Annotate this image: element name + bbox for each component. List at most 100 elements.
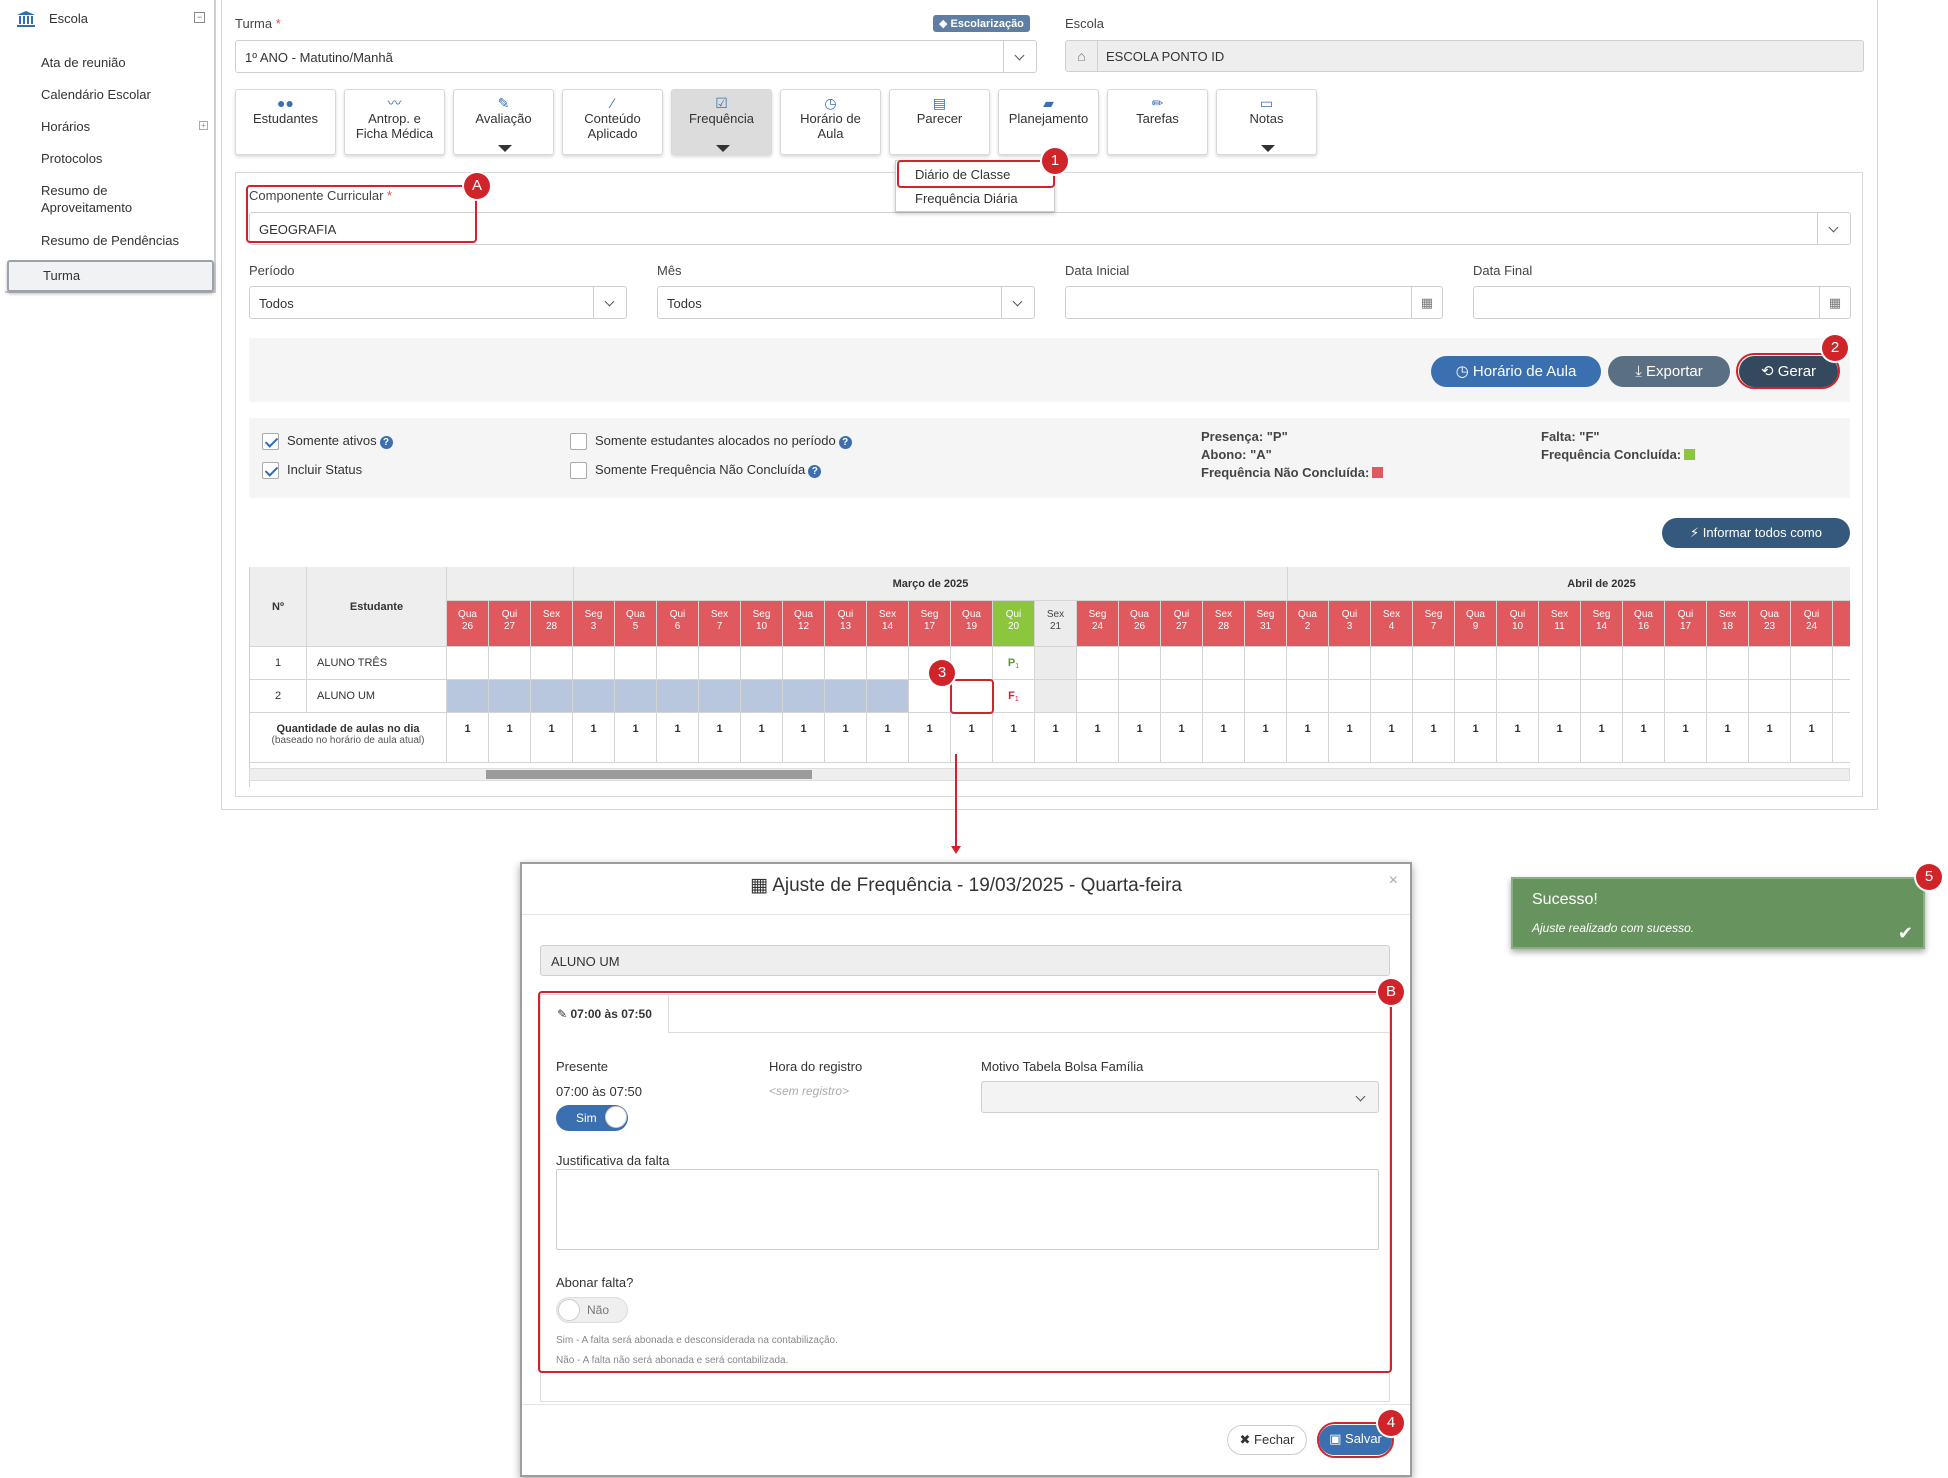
somente-ativos-checkbox[interactable] [262, 433, 279, 450]
attendance-cell[interactable] [447, 680, 489, 713]
horario-aula-button[interactable]: ◷ Horário de Aula [1431, 356, 1601, 387]
attendance-cell[interactable] [1665, 680, 1707, 713]
attendance-cell[interactable] [1749, 647, 1791, 680]
attendance-cell[interactable] [1161, 647, 1203, 680]
attendance-cell[interactable] [1371, 680, 1413, 713]
mes-select[interactable]: Todos [657, 286, 1035, 319]
attendance-cell[interactable]: P1 [993, 647, 1035, 680]
expand-icon[interactable]: + [199, 121, 208, 130]
sidebar-item-protocolos[interactable]: Protocolos [41, 150, 211, 167]
attendance-cell[interactable] [1581, 680, 1623, 713]
data-final-input[interactable]: ▦ [1473, 286, 1851, 319]
attendance-cell[interactable] [1623, 680, 1665, 713]
attendance-cell[interactable] [951, 647, 993, 680]
attendance-cell[interactable] [741, 647, 783, 680]
turma-select[interactable]: 1º ANO - Matutino/Manhã [235, 40, 1037, 73]
help-icon[interactable]: ? [838, 436, 852, 449]
attendance-cell[interactable] [447, 647, 489, 680]
attendance-cell[interactable] [699, 647, 741, 680]
tile-antrop[interactable]: 〰 Antrop. e Ficha Médica [344, 89, 445, 155]
sidebar-item-resumo-pendencias[interactable]: Resumo de Pendências [41, 232, 211, 249]
collapse-icon[interactable]: − [194, 12, 205, 23]
tile-tarefas[interactable]: ✏ Tarefas [1107, 89, 1208, 155]
attendance-cell[interactable] [1623, 647, 1665, 680]
attendance-cell[interactable] [531, 680, 573, 713]
attendance-cell[interactable] [1329, 680, 1371, 713]
attendance-cell[interactable] [1791, 680, 1833, 713]
data-inicial-input[interactable]: ▦ [1065, 286, 1443, 319]
attendance-cell[interactable] [1371, 647, 1413, 680]
attendance-cell[interactable] [531, 647, 573, 680]
attendance-cell[interactable] [1707, 647, 1749, 680]
menu-item-frequencia-diaria[interactable]: Frequência Diária [915, 191, 1018, 206]
tile-frequencia[interactable]: ☑ Frequência [671, 89, 772, 155]
attendance-cell[interactable] [1833, 680, 1850, 713]
tile-planejamento[interactable]: ▰ Planejamento [998, 89, 1099, 155]
exportar-button[interactable]: ⤓ Exportar [1608, 356, 1730, 387]
attendance-cell[interactable] [1329, 647, 1371, 680]
help-icon[interactable]: ? [808, 465, 822, 478]
attendance-cell[interactable] [1203, 680, 1245, 713]
attendance-cell[interactable] [1077, 680, 1119, 713]
tile-horario[interactable]: ◷ Horário de Aula [780, 89, 881, 155]
attendance-cell[interactable] [1707, 680, 1749, 713]
attendance-cell[interactable] [1455, 647, 1497, 680]
tile-conteudo[interactable]: ⁄ Conteúdo Aplicado [562, 89, 663, 155]
attendance-cell[interactable] [1539, 647, 1581, 680]
attendance-cell[interactable] [867, 647, 909, 680]
tile-parecer[interactable]: ▤ Parecer [889, 89, 990, 155]
sidebar-item-ata[interactable]: Ata de reunião [41, 54, 211, 71]
sidebar-item-horarios[interactable]: Horários + [41, 118, 211, 135]
attendance-cell[interactable] [867, 680, 909, 713]
attendance-cell[interactable] [783, 680, 825, 713]
attendance-cell[interactable] [573, 680, 615, 713]
attendance-cell[interactable] [573, 647, 615, 680]
calendar-icon[interactable]: ▦ [1411, 287, 1442, 318]
attendance-cell[interactable]: F1 [993, 680, 1035, 713]
attendance-cell[interactable] [1245, 680, 1287, 713]
attendance-cell[interactable] [1833, 647, 1850, 680]
attendance-cell[interactable] [1791, 647, 1833, 680]
sidebar-item-calendario[interactable]: Calendário Escolar [41, 86, 211, 103]
attendance-cell[interactable] [825, 647, 867, 680]
attendance-cell[interactable] [1119, 647, 1161, 680]
attendance-cell[interactable] [489, 647, 531, 680]
attendance-cell[interactable] [1665, 647, 1707, 680]
tile-avaliacao[interactable]: ✎ Avaliação [453, 89, 554, 155]
scrollbar-thumb[interactable] [486, 770, 812, 779]
attendance-cell[interactable] [825, 680, 867, 713]
attendance-cell[interactable] [1077, 647, 1119, 680]
componente-select[interactable]: GEOGRAFIA [249, 212, 1851, 245]
attendance-cell[interactable] [1203, 647, 1245, 680]
attendance-cell[interactable] [489, 680, 531, 713]
attendance-cell[interactable] [1035, 680, 1077, 713]
attendance-cell[interactable] [1497, 647, 1539, 680]
informar-presentes-button[interactable]: ⚡ Informar todos como presentes [1662, 518, 1850, 570]
attendance-cell[interactable] [1035, 647, 1077, 680]
sidebar-item-resumo-aproveitamento[interactable]: Resumo de Aproveitamento [41, 182, 211, 216]
periodo-select[interactable]: Todos [249, 286, 627, 319]
attendance-cell[interactable] [615, 647, 657, 680]
nao-concluida-checkbox[interactable] [570, 462, 587, 479]
attendance-cell[interactable] [1161, 680, 1203, 713]
calendar-icon[interactable]: ▦ [1819, 287, 1850, 318]
attendance-cell[interactable] [1287, 647, 1329, 680]
sidebar-item-turma[interactable]: Turma [7, 260, 214, 292]
attendance-cell[interactable] [1245, 647, 1287, 680]
sidebar-header-escola[interactable]: Escola − [13, 8, 213, 30]
attendance-cell[interactable] [1497, 680, 1539, 713]
attendance-cell[interactable] [1749, 680, 1791, 713]
tile-estudantes[interactable]: ●● Estudantes [235, 89, 336, 155]
tile-notas[interactable]: ▭ Notas [1216, 89, 1317, 155]
incluir-status-checkbox[interactable] [262, 462, 279, 479]
alocados-checkbox[interactable] [570, 433, 587, 450]
horizontal-scrollbar[interactable] [249, 768, 1850, 781]
attendance-cell[interactable] [1413, 680, 1455, 713]
fechar-button[interactable]: ✖ Fechar [1227, 1425, 1307, 1455]
attendance-cell[interactable] [1119, 680, 1161, 713]
attendance-cell[interactable] [1539, 680, 1581, 713]
attendance-cell[interactable] [1287, 680, 1329, 713]
attendance-cell[interactable] [741, 680, 783, 713]
attendance-cell[interactable] [657, 647, 699, 680]
help-icon[interactable]: ? [379, 436, 393, 449]
